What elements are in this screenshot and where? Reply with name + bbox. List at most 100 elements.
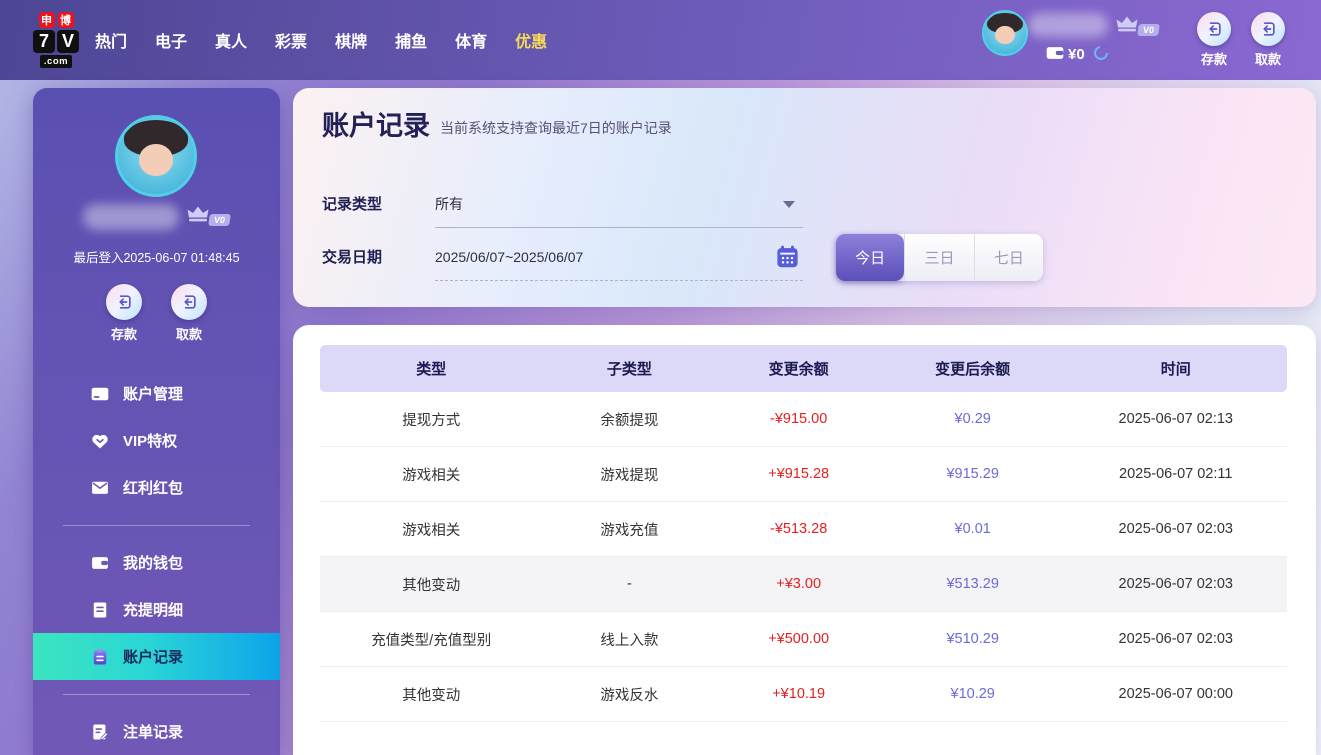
- cell-subtype: 游戏充值: [542, 519, 716, 540]
- cell-amount: +¥3.00: [716, 576, 880, 592]
- sidebar-item-label: 账户管理: [123, 383, 183, 404]
- cell-time: 2025-06-07 02:11: [1065, 466, 1287, 482]
- cell-balance: ¥0.29: [881, 411, 1065, 427]
- envelope-icon: [90, 478, 110, 498]
- quick-range-group: 今日 三日 七日: [836, 234, 1043, 281]
- quick-range-3days[interactable]: 三日: [904, 234, 973, 281]
- quick-range-7days[interactable]: 七日: [974, 234, 1043, 281]
- record-type-label: 记录类型: [322, 193, 382, 214]
- logo-badge-2: 博: [58, 12, 74, 28]
- column-header-subtype: 子类型: [542, 358, 716, 379]
- cell-type: 提现方式: [320, 409, 542, 430]
- cell-subtype: 游戏提现: [542, 464, 716, 485]
- sidebar-item-bonus[interactable]: 红利红包: [33, 464, 280, 511]
- cell-time: 2025-06-07 02:03: [1065, 631, 1287, 647]
- menu-divider: [33, 511, 280, 539]
- cell-balance: ¥513.29: [881, 576, 1065, 592]
- table-row: 其他变动 游戏反水 +¥10.19 ¥10.29 2025-06-07 00:0…: [320, 667, 1287, 722]
- quick-range-today[interactable]: 今日: [836, 234, 904, 281]
- date-range-value: 2025/06/07~2025/06/07: [435, 249, 583, 265]
- nav-item-cards[interactable]: 棋牌: [335, 28, 367, 52]
- column-header-balance: 变更后余额: [881, 358, 1065, 379]
- sidebar-item-account-management[interactable]: 账户管理: [33, 370, 280, 417]
- top-navbar: 申 博 7 V .com 热门 电子 真人 彩票 棋牌 捕鱼 体育 优惠: [0, 0, 1321, 80]
- sidebar-item-label: 账户记录: [123, 646, 183, 667]
- cell-type: 其他变动: [320, 684, 542, 705]
- sidebar-item-label: 注单记录: [123, 721, 183, 742]
- table-row: 其他变动 - +¥3.00 ¥513.29 2025-06-07 02:03: [320, 557, 1287, 612]
- withdraw-icon: [171, 284, 207, 320]
- logo-7: 7: [33, 30, 55, 53]
- site-logo[interactable]: 申 博 7 V .com: [33, 12, 79, 68]
- sidebar-item-vip[interactable]: VIP特权: [33, 417, 280, 464]
- refresh-balance-icon[interactable]: [1092, 44, 1110, 62]
- deposit-button[interactable]: 存款: [102, 284, 146, 343]
- nav-item-slots[interactable]: 电子: [155, 28, 187, 52]
- vip-level-badge: V0: [208, 214, 231, 226]
- cell-type: 其他变动: [320, 574, 542, 595]
- sidebar-item-account-records[interactable]: 账户记录: [33, 633, 280, 680]
- logo-badges: 申 博: [39, 12, 74, 28]
- avatar-art: [139, 144, 174, 176]
- avatar-art: [995, 26, 1014, 44]
- cell-time: 2025-06-07 02:03: [1065, 521, 1287, 537]
- table-row: 充值类型/充值型别 线上入款 +¥500.00 ¥510.29 2025-06-…: [320, 612, 1287, 667]
- username-blurred: [1028, 13, 1108, 37]
- deposit-label: 存款: [1192, 49, 1236, 68]
- cell-amount: +¥915.28: [716, 466, 880, 482]
- cell-subtype: -: [542, 576, 716, 592]
- wallet-icon: [1045, 43, 1065, 63]
- nav-item-live[interactable]: 真人: [215, 28, 247, 52]
- calendar-icon[interactable]: [774, 243, 801, 270]
- logo-7v: 7 V: [33, 30, 79, 53]
- date-range-label: 交易日期: [322, 246, 382, 267]
- table-row: 游戏相关 游戏提现 +¥915.28 ¥915.29 2025-06-07 02…: [320, 447, 1287, 502]
- sidebar-item-label: 我的钱包: [123, 552, 183, 573]
- table-header-row: 类型 子类型 变更余额 变更后余额 时间: [320, 345, 1287, 392]
- page: 申 博 7 V .com 热门 电子 真人 彩票 棋牌 捕鱼 体育 优惠: [0, 0, 1321, 755]
- records-table-panel: 类型 子类型 变更余额 变更后余额 时间 提现方式 余额提现 -¥915.00 …: [293, 325, 1316, 755]
- cell-amount: -¥915.00: [716, 411, 880, 427]
- nav-item-sports[interactable]: 体育: [455, 28, 487, 52]
- cell-balance: ¥10.29: [881, 686, 1065, 702]
- page-subtitle: 当前系统支持查询最近7日的账户记录: [440, 118, 672, 138]
- avatar: [115, 115, 197, 197]
- cell-balance: ¥915.29: [881, 466, 1065, 482]
- deposit-icon: [106, 284, 142, 320]
- nav-item-hot[interactable]: 热门: [95, 28, 127, 52]
- cell-balance: ¥510.29: [881, 631, 1065, 647]
- sidebar-item-label: 充提明细: [123, 599, 183, 620]
- nav-item-promo[interactable]: 优惠: [515, 28, 547, 52]
- sidebar-item-my-wallet[interactable]: 我的钱包: [33, 539, 280, 586]
- clipboard-icon: [90, 647, 110, 667]
- date-range-input[interactable]: 2025/06/07~2025/06/07: [435, 233, 803, 281]
- cell-time: 2025-06-07 00:00: [1065, 686, 1287, 702]
- chevron-down-icon: [783, 201, 795, 208]
- column-header-type: 类型: [320, 358, 542, 379]
- cell-subtype: 线上入款: [542, 629, 716, 650]
- records-table: 类型 子类型 变更余额 变更后余额 时间 提现方式 余额提现 -¥915.00 …: [320, 345, 1287, 722]
- nav-item-lottery[interactable]: 彩票: [275, 28, 307, 52]
- deposit-icon: [1197, 12, 1231, 46]
- sidebar-item-label: VIP特权: [123, 430, 177, 451]
- cell-subtype: 游戏反水: [542, 684, 716, 705]
- table-row: 提现方式 余额提现 -¥915.00 ¥0.29 2025-06-07 02:1…: [320, 392, 1287, 447]
- logo-com: .com: [40, 55, 72, 68]
- avatar[interactable]: [982, 10, 1028, 56]
- cell-type: 充值类型/充值型别: [320, 629, 542, 650]
- record-type-select[interactable]: 所有: [435, 180, 803, 228]
- card-icon: [90, 384, 110, 404]
- sidebar-item-deposit-withdraw-details[interactable]: 充提明细: [33, 586, 280, 633]
- record-type-value: 所有: [435, 194, 463, 214]
- sidebar-item-label: 红利红包: [123, 477, 183, 498]
- document-pen-icon: [90, 722, 110, 742]
- sidebar-menu: 账户管理 VIP特权 红利红包: [33, 370, 280, 755]
- sidebar-item-bet-records[interactable]: 注单记录: [33, 708, 280, 755]
- username-blurred: [83, 204, 179, 230]
- nav-item-fishing[interactable]: 捕鱼: [395, 28, 427, 52]
- withdraw-button[interactable]: 取款: [167, 284, 211, 343]
- deposit-button[interactable]: 存款: [1192, 12, 1236, 68]
- cell-type: 游戏相关: [320, 464, 542, 485]
- column-header-amount: 变更余额: [716, 358, 880, 379]
- withdraw-button[interactable]: 取款: [1246, 12, 1290, 68]
